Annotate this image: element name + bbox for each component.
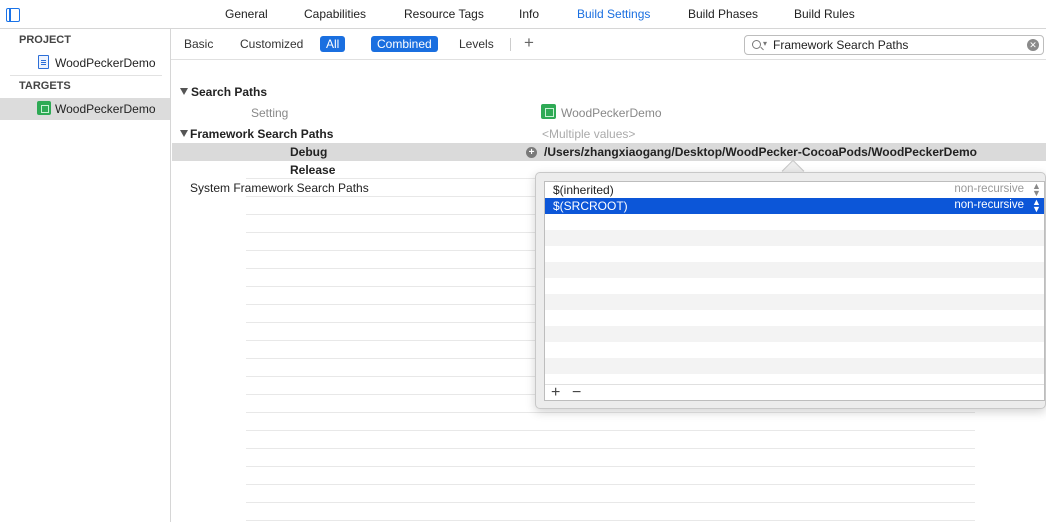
sidebar-item-label: WoodPeckerDemo [55,56,156,70]
tab-general[interactable]: General [225,7,268,21]
target-app-icon [37,101,51,115]
table-row-separator [246,466,975,467]
tab-build-phases[interactable]: Build Phases [688,7,758,21]
debug-value[interactable]: /Users/zhangxiaogang/Desktop/WoodPecker-… [544,145,977,159]
search-options-chevron-icon[interactable]: ▾ [763,39,767,48]
targets-header: TARGETS [19,80,71,92]
tabs: General Capabilities Resource Tags Info … [0,0,1046,29]
filter-levels-button[interactable]: Levels [459,37,494,51]
tab-capabilities[interactable]: Capabilities [304,7,366,21]
debug-label: Debug [290,145,328,159]
target-app-icon [541,104,556,119]
path-value[interactable]: $(SRCROOT) [553,199,628,213]
project-header: PROJECT [19,34,71,46]
project-navigator: PROJECT WoodPeckerDemo TARGETS WoodPecke… [0,29,171,522]
list-item [545,358,1044,374]
release-label[interactable]: Release [290,163,335,177]
add-path-button[interactable]: + [551,384,560,400]
table-row-separator [246,502,975,503]
sidebar-item-project[interactable]: WoodPeckerDemo [0,52,170,74]
build-settings-filter-bar: Basic Customized All Combined Levels + ▾… [171,29,1046,60]
project-file-icon [38,55,49,69]
disclosure-triangle-icon[interactable] [180,88,188,95]
divider [10,75,162,76]
table-row-separator [246,484,975,485]
editor-tab-bar: General Capabilities Resource Tags Info … [0,0,1046,29]
list-item [545,294,1044,310]
column-header-setting: Setting [251,106,289,120]
filter-combined-button[interactable]: Combined [371,36,438,52]
remove-path-button[interactable]: − [572,384,581,400]
add-setting-button[interactable]: + [524,33,534,53]
list-item [545,230,1044,246]
search-field[interactable]: ▾ ✕ [744,35,1044,55]
search-icon [752,40,761,49]
table-row-separator [246,430,975,431]
sidebar-item-target[interactable]: WoodPeckerDemo [0,98,170,120]
recursive-select[interactable]: non-recursive [954,199,1024,211]
list-item [545,278,1044,294]
list-item[interactable]: $(SRCROOT) non-recursive ▲ ▼ [545,198,1044,214]
sidebar-item-label: WoodPeckerDemo [55,102,156,116]
filter-all-button[interactable]: All [320,36,346,52]
chevron-up-down-icon[interactable]: ▲ ▼ [1032,182,1041,198]
list-item[interactable]: $(inherited) non-recursive ▲ ▼ [545,182,1044,198]
list-item [545,246,1044,262]
search-paths-list: $(inherited) non-recursive ▲ ▼ $(SRCROOT)… [544,181,1045,401]
filter-basic-button[interactable]: Basic [184,37,213,51]
table-row-separator [246,412,975,413]
list-item [545,310,1044,326]
add-condition-icon[interactable]: + [526,147,537,158]
recursive-select[interactable]: non-recursive [954,183,1024,195]
list-item [545,326,1044,342]
path-value[interactable]: $(inherited) [553,183,614,197]
multiple-values-label: <Multiple values> [542,127,636,141]
column-header-target: WoodPeckerDemo [561,106,662,120]
popover-footer: + − [545,384,1044,400]
table-row-separator [246,448,975,449]
list-item [545,262,1044,278]
list-item [545,342,1044,358]
search-paths-popover: $(inherited) non-recursive ▲ ▼ $(SRCROOT)… [535,172,1046,409]
chevron-up-down-icon[interactable]: ▲ ▼ [1032,198,1041,214]
section-title: Search Paths [191,85,268,99]
setting-framework-search-paths[interactable]: Framework Search Paths [190,127,333,141]
disclosure-triangle-icon[interactable] [180,130,188,137]
list-item [545,214,1044,230]
table-row-separator [246,520,975,521]
tab-build-rules[interactable]: Build Rules [794,7,855,21]
filter-customized-button[interactable]: Customized [240,37,303,51]
setting-system-framework-search-paths[interactable]: System Framework Search Paths [190,181,369,195]
clear-search-icon[interactable]: ✕ [1027,39,1039,51]
tab-resource-tags[interactable]: Resource Tags [404,7,484,21]
filter-separator [510,38,511,51]
tab-build-settings[interactable]: Build Settings [577,7,650,21]
tab-info[interactable]: Info [519,7,539,21]
search-input[interactable] [773,38,1023,52]
